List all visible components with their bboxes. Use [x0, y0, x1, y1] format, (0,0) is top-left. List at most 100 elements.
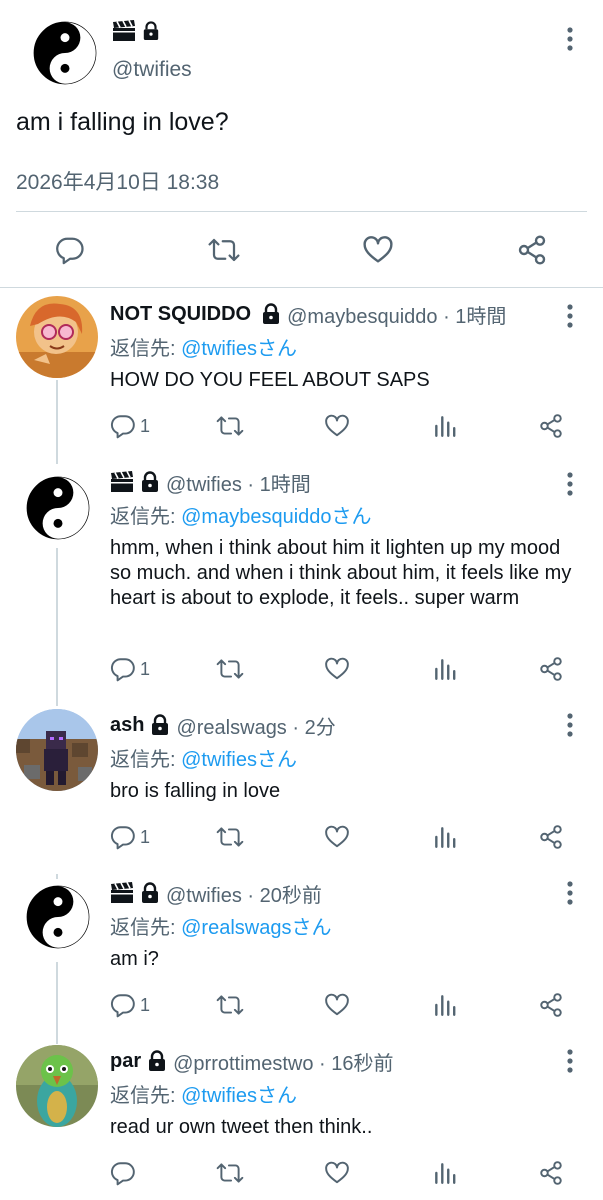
action-bar: 1 [0, 989, 603, 1021]
share-icon [538, 824, 564, 850]
reply-to-link[interactable]: @twifiesさん [181, 1085, 297, 1107]
reply-tweet[interactable]: par @prrottimestwo · 16秒前 返信先: @twifiesさ… [0, 1045, 603, 1200]
retweet-button[interactable] [216, 410, 244, 442]
reply-button[interactable] [48, 228, 92, 272]
heart-icon [324, 992, 350, 1018]
handle-time[interactable]: @twifies · 20秒前 [166, 879, 322, 908]
reply-tweet[interactable]: NOT SQUIDDO @maybesquiddo · 1時間 返信先: @tw… [0, 296, 603, 460]
share-button[interactable] [538, 989, 564, 1021]
reply-text: HOW DO YOU FEEL ABOUT SAPS [110, 369, 430, 391]
reply-to-label: 返信先: [110, 749, 182, 771]
retweet-button[interactable] [216, 821, 244, 853]
parrot-avatar[interactable] [16, 1045, 98, 1127]
reply-count: 1 [140, 994, 151, 1015]
like-button[interactable] [324, 653, 350, 685]
like-button[interactable] [324, 1157, 350, 1189]
views-button[interactable] [432, 410, 458, 442]
more-options-icon[interactable] [560, 1047, 580, 1075]
like-button[interactable] [324, 821, 350, 853]
reply-icon [110, 992, 136, 1018]
orange-character-avatar[interactable] [16, 296, 98, 378]
reply-to-line: 返信先: @maybesquiddoさん [110, 500, 372, 529]
share-button[interactable] [538, 653, 564, 685]
reply-tweet[interactable]: @twifies · 1時間 返信先: @maybesquiddoさん hmm,… [0, 468, 603, 698]
like-button[interactable] [324, 410, 350, 442]
main-handle[interactable]: @twifies [112, 58, 192, 82]
reply-to-link[interactable]: @twifiesさん [181, 749, 297, 771]
reply-button[interactable]: 1 [110, 989, 150, 1021]
display-name[interactable]: ash [110, 714, 144, 737]
reply-tweet[interactable]: @twifies · 20秒前 返信先: @realswagsさん am i? … [0, 879, 603, 1039]
share-icon [538, 992, 564, 1018]
more-options-icon[interactable] [560, 470, 580, 498]
reply-to-link[interactable]: @twifiesさん [181, 338, 297, 360]
action-bar: 1 [0, 821, 603, 853]
share-button[interactable] [510, 228, 554, 272]
reply-button[interactable]: 1 [110, 821, 150, 853]
share-icon [538, 1160, 564, 1186]
more-options-icon[interactable] [560, 879, 580, 907]
stats-icon [432, 1160, 458, 1186]
clapperboard-icon [112, 20, 136, 42]
views-button[interactable] [432, 821, 458, 853]
reply-to-link[interactable]: @realswagsさん [181, 917, 331, 939]
yin-yang-avatar[interactable] [33, 12, 97, 94]
share-icon [538, 413, 564, 439]
views-button[interactable] [432, 653, 458, 685]
share-button[interactable] [538, 1157, 564, 1189]
reply-tweet[interactable]: ash @realswags · 2分 返信先: @twifiesさん bro … [0, 709, 603, 871]
views-button[interactable] [432, 989, 458, 1021]
display-name[interactable]: NOT SQUIDDO [110, 303, 251, 326]
handle-time[interactable]: @twifies · 1時間 [166, 468, 311, 497]
retweet-icon [216, 656, 244, 682]
handle-time[interactable]: @realswags · 2分 [176, 711, 335, 740]
reply-button[interactable]: 1 [110, 653, 150, 685]
share-button[interactable] [538, 821, 564, 853]
reply-header: NOT SQUIDDO @maybesquiddo · 1時間 [110, 300, 506, 328]
display-name[interactable]: par [110, 1050, 141, 1073]
retweet-button[interactable] [216, 989, 244, 1021]
lock-icon [147, 1050, 167, 1072]
more-options-icon[interactable] [560, 25, 580, 53]
more-options-icon[interactable] [560, 302, 580, 330]
main-timestamp[interactable]: 2026年4月10日 18:38 [16, 166, 219, 196]
reply-to-line: 返信先: @twifiesさん [110, 332, 297, 361]
stats-icon [432, 992, 458, 1018]
heart-icon [324, 413, 350, 439]
handle-time[interactable]: @prrottimestwo · 16秒前 [173, 1047, 393, 1076]
reply-text: read ur own tweet then think.. [110, 1116, 373, 1138]
retweet-icon [216, 824, 244, 850]
lock-icon [140, 882, 160, 904]
reply-to-line: 返信先: @realswagsさん [110, 911, 331, 940]
yin-yang-avatar[interactable] [16, 465, 98, 547]
main-tweet-text: am i falling in love? [16, 108, 229, 136]
yin-yang-avatar[interactable] [16, 875, 98, 957]
retweet-button[interactable] [202, 228, 246, 272]
lock-icon [140, 471, 160, 493]
lock-icon [261, 303, 281, 325]
like-button[interactable] [356, 228, 400, 272]
share-button[interactable] [538, 410, 564, 442]
like-button[interactable] [324, 989, 350, 1021]
minecraft-avatar[interactable] [16, 709, 98, 791]
heart-icon [324, 1160, 350, 1186]
reply-button[interactable] [110, 1157, 140, 1189]
clapperboard-icon [110, 471, 134, 493]
retweet-button[interactable] [216, 1157, 244, 1189]
divider [16, 211, 587, 212]
retweet-button[interactable] [216, 653, 244, 685]
retweet-icon [216, 413, 244, 439]
lock-icon [142, 21, 160, 41]
handle-time[interactable]: @maybesquiddo · 1時間 [287, 300, 506, 329]
reply-to-link[interactable]: @maybesquiddoさん [181, 506, 371, 528]
reply-button[interactable]: 1 [110, 410, 150, 442]
reply-text: bro is falling in love [110, 780, 281, 802]
retweet-icon [216, 992, 244, 1018]
reply-to-label: 返信先: [110, 917, 182, 939]
views-button[interactable] [432, 1157, 458, 1189]
retweet-icon [216, 1160, 244, 1186]
more-options-icon[interactable] [560, 711, 580, 739]
reply-icon [55, 235, 85, 265]
display-name-icons[interactable] [112, 20, 160, 42]
clapperboard-icon [110, 882, 134, 904]
